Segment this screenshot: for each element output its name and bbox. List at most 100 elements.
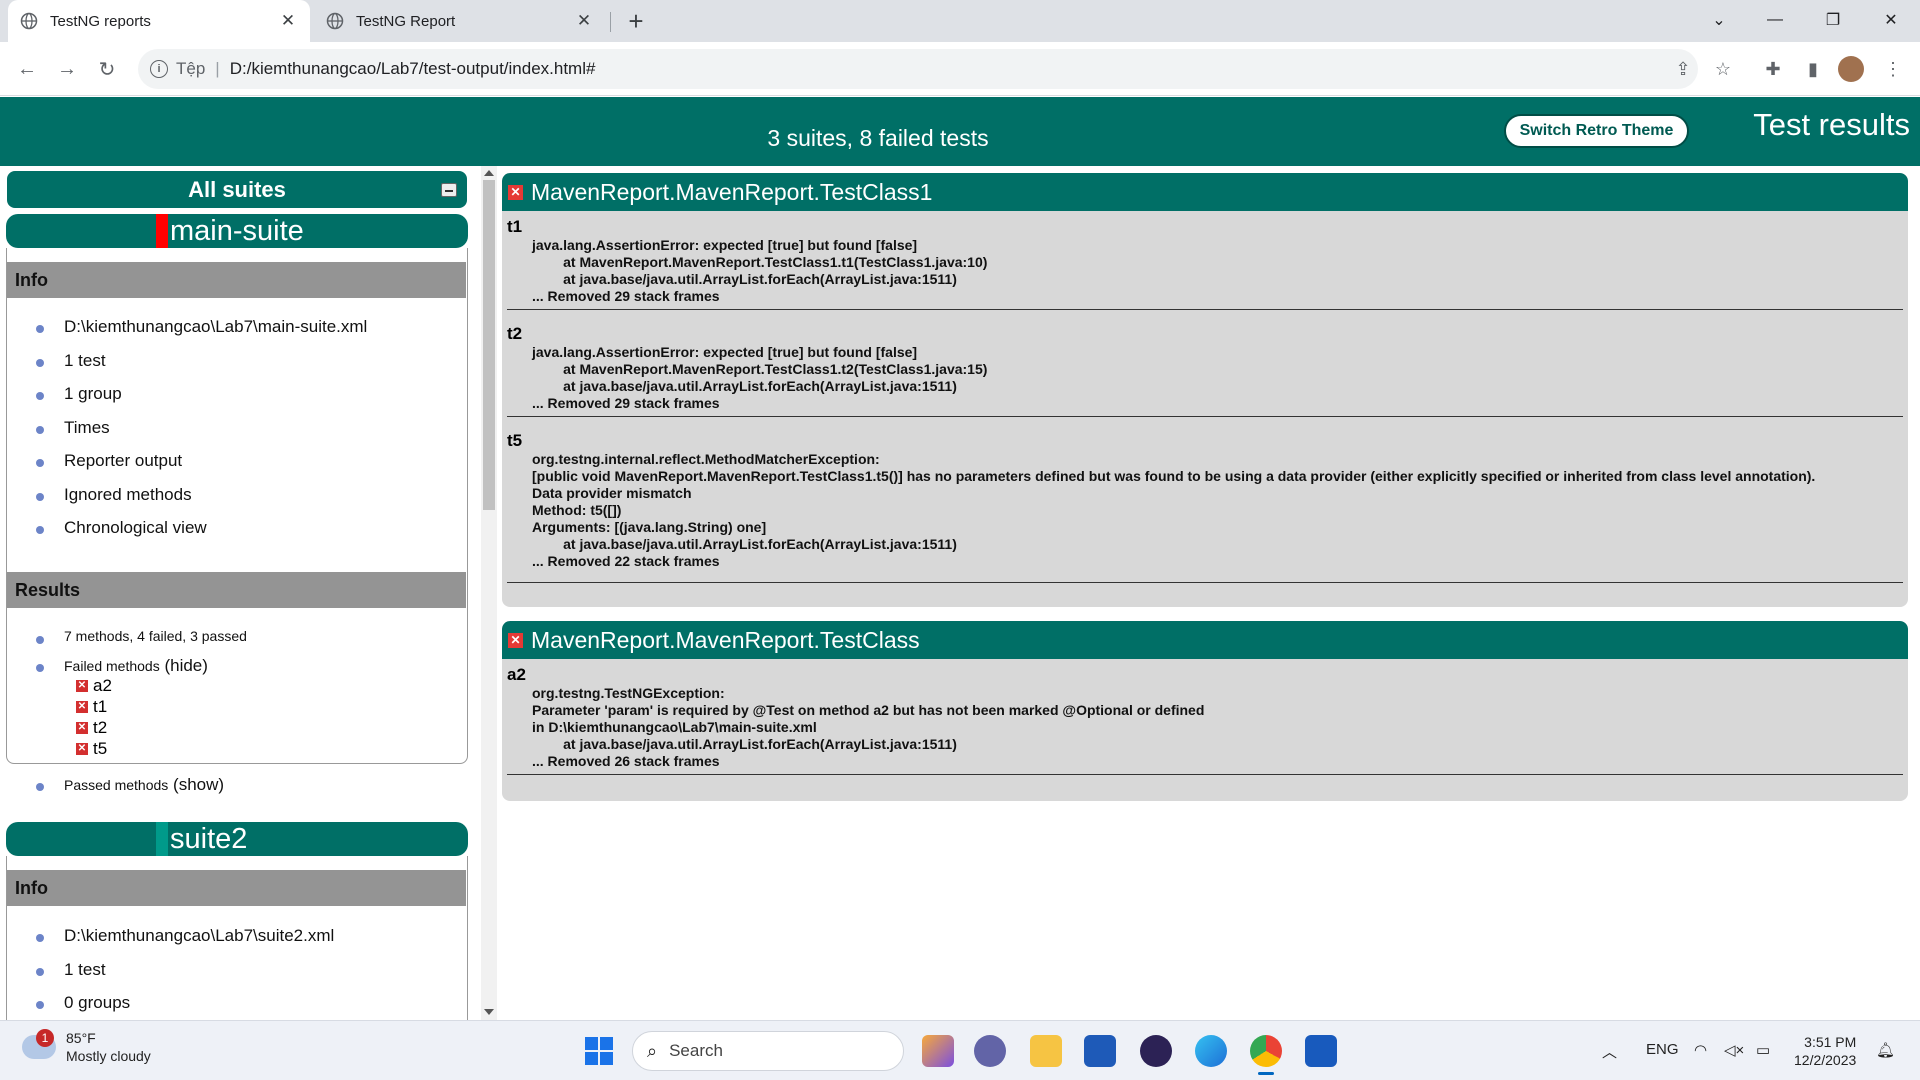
weather-desc: Mostly cloudy (66, 1048, 151, 1064)
chronological-view-link[interactable]: Chronological view (36, 518, 207, 538)
copilot-icon[interactable] (922, 1035, 954, 1067)
wifi-icon[interactable]: ◠ (1694, 1041, 1707, 1059)
system-clock[interactable]: 3:51 PM 12/2/2023 (1794, 1033, 1856, 1069)
extensions-icon[interactable]: ✚ (1760, 56, 1786, 82)
word-icon[interactable] (1305, 1035, 1337, 1067)
method-divider (507, 582, 1903, 583)
scroll-down-arrow-icon[interactable] (484, 1009, 494, 1015)
stack-trace: org.testng.TestNGException: Parameter 'p… (532, 685, 1205, 769)
class-panel-testclass: ✕ MavenReport.MavenReport.TestClass a2 o… (502, 621, 1908, 801)
failed-method-link[interactable]: ✕ t1 (76, 697, 107, 717)
class-name: MavenReport.MavenReport.TestClass (531, 626, 920, 653)
edge-icon[interactable] (1195, 1035, 1227, 1067)
suite-status-stripe (156, 822, 168, 856)
tab-testng-report[interactable]: TestNG Report ✕ (314, 0, 606, 42)
reload-icon[interactable]: ↻ (92, 54, 122, 84)
groups-link[interactable]: 1 group (36, 384, 122, 404)
profile-avatar[interactable] (1838, 56, 1864, 82)
notification-badge: 1 (36, 1029, 54, 1047)
restore-icon[interactable]: ❐ (1810, 0, 1856, 40)
search-placeholder: Search (669, 1041, 723, 1060)
suite-header-suite2[interactable]: suite2 (6, 822, 468, 856)
close-tab-icon[interactable]: ✕ (574, 11, 594, 31)
volume-muted-icon[interactable]: ◁× (1724, 1041, 1744, 1059)
weather-temp: 85°F (66, 1030, 96, 1046)
globe-icon (326, 12, 344, 30)
new-tab-button[interactable]: + (622, 7, 650, 35)
close-tab-icon[interactable]: ✕ (278, 11, 298, 31)
chevron-up-icon[interactable]: ︿ (1602, 1041, 1617, 1062)
suite-xml-link[interactable]: D:\kiemthunangcao\Lab7\main-suite.xml (35, 317, 367, 337)
method-name: t1 (507, 217, 523, 236)
address-bar[interactable]: i Tệp | D:/kiemthunangcao/Lab7/test-outp… (138, 49, 1698, 89)
info-icon[interactable]: i (150, 60, 168, 78)
tab-testng-reports[interactable]: TestNG reports ✕ (8, 0, 310, 42)
tab-search-chevron-icon[interactable]: ⌄ (1696, 0, 1742, 40)
suite-name[interactable]: main-suite (170, 214, 304, 248)
address-divider: | (215, 59, 220, 78)
suite-summary: 3 suites, 8 failed tests (767, 125, 989, 151)
navigator-scrollbar[interactable] (481, 166, 497, 1020)
collapse-icon[interactable] (441, 183, 457, 197)
taskbar-search[interactable]: ⌕ Search (632, 1031, 904, 1071)
passed-methods-toggle[interactable]: (show) (173, 775, 224, 794)
suite-name[interactable]: suite2 (170, 822, 247, 856)
info-heading: Info (7, 262, 466, 298)
menu-icon[interactable]: ⋮ (1880, 56, 1906, 82)
passed-methods-label: Passed methods (64, 777, 169, 793)
tests-link[interactable]: 1 test (36, 960, 106, 980)
failed-x-icon: ✕ (76, 743, 88, 755)
failed-method-a2: a2 org.testng.TestNGException: Parameter… (502, 659, 1908, 775)
cloud-icon: 1 (22, 1029, 56, 1059)
times-link[interactable]: Times (36, 418, 110, 438)
failed-x-icon: ✕ (76, 701, 88, 713)
failed-methods-toggle[interactable]: (hide) (164, 656, 207, 675)
suite-header-main-suite[interactable]: main-suite (6, 214, 468, 248)
failed-x-icon: ✕ (508, 632, 523, 648)
scroll-up-arrow-icon[interactable] (484, 170, 494, 176)
all-suites-header: All suites (7, 171, 467, 208)
failed-method-link[interactable]: ✕ a2 (76, 676, 112, 696)
teams-chat-icon[interactable] (974, 1035, 1006, 1067)
failed-method-link[interactable]: ✕ t2 (76, 718, 107, 738)
groups-link[interactable]: 0 groups (35, 993, 130, 1013)
windows-start-icon[interactable] (585, 1037, 613, 1065)
back-icon[interactable]: ← (12, 54, 42, 84)
weather-widget[interactable]: 1 85°F Mostly cloudy (22, 1029, 151, 1065)
page-title: Test results (1753, 107, 1910, 142)
suite-navigator: All suites main-suite Info D:\kiemthunan… (0, 166, 492, 1020)
forward-icon[interactable]: → (52, 54, 82, 84)
battery-icon[interactable]: ▭ (1756, 1041, 1770, 1059)
failed-method-t2: t2 java.lang.AssertionError: expected [t… (502, 310, 1908, 417)
results-summary: 7 methods, 4 failed, 3 passed (36, 628, 247, 644)
reporter-output-link[interactable]: Reporter output (35, 451, 182, 471)
failed-method-link[interactable]: ✕ t5 (76, 739, 107, 759)
star-icon[interactable]: ☆ (1710, 56, 1736, 82)
report-banner: 3 suites, 8 failed tests Switch Retro Th… (0, 97, 1920, 166)
all-suites-label: All suites (188, 177, 286, 202)
language-indicator[interactable]: ENG (1646, 1041, 1679, 1058)
close-window-icon[interactable]: ✕ (1868, 0, 1914, 40)
notification-bell-icon[interactable]: 🔔︎ (1876, 1041, 1895, 1059)
browser-tab-strip: TestNG reports ✕ TestNG Report ✕ + ⌄ — ❐… (0, 0, 1920, 42)
class-name: MavenReport.MavenReport.TestClass1 (531, 178, 933, 205)
mail-icon[interactable] (1084, 1035, 1116, 1067)
passed-methods-item: Passed methods (show) (35, 775, 224, 795)
method-name: t2 (507, 324, 523, 343)
tests-link[interactable]: 1 test (36, 351, 106, 371)
stack-trace: org.testng.internal.reflect.MethodMatche… (532, 451, 1816, 569)
chrome-icon[interactable] (1250, 1035, 1282, 1075)
file-explorer-icon[interactable] (1030, 1035, 1062, 1067)
suite-xml-link[interactable]: D:\kiemthunangcao\Lab7\suite2.xml (35, 926, 334, 946)
switch-retro-theme-button[interactable]: Switch Retro Theme (1504, 114, 1689, 148)
share-icon[interactable]: ⇪ (1670, 56, 1696, 82)
eclipse-icon[interactable] (1140, 1035, 1172, 1067)
stack-trace: java.lang.AssertionError: expected [true… (532, 344, 988, 411)
info-heading: Info (7, 870, 466, 906)
class-panel-testclass1: ✕ MavenReport.MavenReport.TestClass1 t1 … (502, 173, 1908, 607)
minimize-icon[interactable]: — (1752, 0, 1798, 40)
scroll-thumb[interactable] (483, 180, 495, 510)
method-name: a2 (507, 665, 526, 684)
sidepanel-icon[interactable]: ▮ (1800, 56, 1826, 82)
ignored-methods-link[interactable]: Ignored methods (36, 485, 192, 505)
